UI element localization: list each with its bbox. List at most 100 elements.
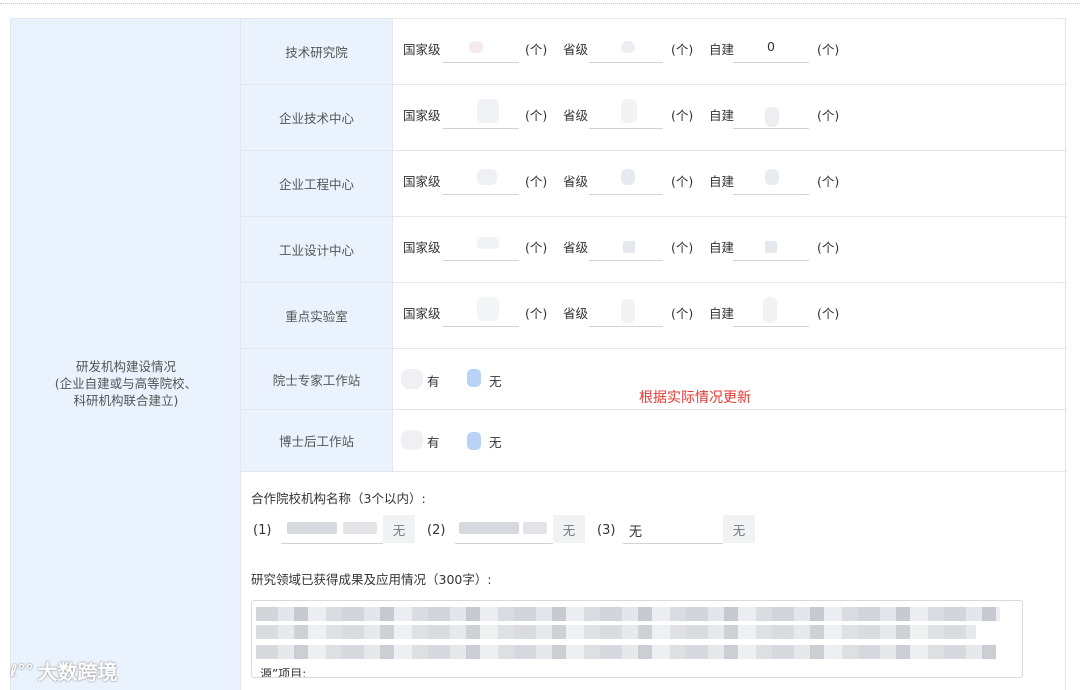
unit-label: (个) xyxy=(817,306,840,321)
unit-label: (个) xyxy=(671,240,694,255)
section-label-line-1: 研发机构建设情况 xyxy=(75,359,176,374)
section-label-line-3: 科研机构联合建立) xyxy=(73,393,179,408)
radio-no-label: 无 xyxy=(489,374,502,389)
unit-label: (个) xyxy=(671,174,694,189)
row-label: 技术研究院 xyxy=(241,19,393,84)
self-built-count-input[interactable] xyxy=(733,295,809,327)
watermark: ℓ°° 大数跨境 xyxy=(10,656,118,685)
unit-label: (个) xyxy=(671,42,694,57)
national-level-label: 国家级 xyxy=(403,174,441,189)
row-label: 企业工程中心 xyxy=(241,151,393,216)
self-built-label: 自建 xyxy=(709,42,735,57)
research-text-tail: 源”项目; xyxy=(260,667,307,678)
self-built-label: 自建 xyxy=(709,306,735,321)
cooperation-title: 合作院校机构名称（3个以内）: xyxy=(251,491,426,506)
self-built-count-input[interactable]: 0 xyxy=(733,31,809,63)
row-fields: 国家级 (个) 省级 (个) 自建 (个) xyxy=(393,151,1067,216)
coop-name-input-1[interactable] xyxy=(281,512,383,544)
section-label-line-2: (企业自建或与高等院校、 xyxy=(54,376,198,391)
self-built-count-value: 0 xyxy=(767,39,775,54)
provincial-count-input[interactable] xyxy=(589,295,663,327)
row-enterprise-engineering-center: 企业工程中心 国家级 (个) 省级 (个) 自建 (个) xyxy=(241,151,1067,217)
provincial-level-label: 省级 xyxy=(563,306,589,321)
national-level-label: 国家级 xyxy=(403,306,441,321)
row-label: 院士专家工作站 xyxy=(241,349,393,409)
row-label: 工业设计中心 xyxy=(241,217,393,282)
row-fields: 有 无 根据实际情况更新 xyxy=(393,349,1067,409)
unit-label: (个) xyxy=(525,108,548,123)
row-fields: 国家级 (个) 省级 (个) 自建 (个) xyxy=(393,85,1067,150)
self-built-label: 自建 xyxy=(709,240,735,255)
row-label: 博士后工作站 xyxy=(241,410,393,471)
unit-label: (个) xyxy=(817,108,840,123)
self-built-count-input[interactable] xyxy=(733,97,809,129)
unit-label: (个) xyxy=(817,42,840,57)
provincial-count-input[interactable] xyxy=(589,97,663,129)
radio-no-selected[interactable] xyxy=(467,369,481,387)
national-level-label: 国家级 xyxy=(403,240,441,255)
row-label: 企业技术中心 xyxy=(241,85,393,150)
unit-label: (个) xyxy=(817,240,840,255)
watermark-text: 大数跨境 xyxy=(37,660,118,684)
update-note: 根据实际情况更新 xyxy=(639,390,751,406)
row-fields: 国家级 (个) 省级 (个) 自建 0 (个) xyxy=(393,19,1067,84)
radio-yes[interactable] xyxy=(401,369,423,389)
national-count-input[interactable] xyxy=(443,229,519,261)
self-built-label: 自建 xyxy=(709,174,735,189)
radio-yes-label: 有 xyxy=(427,374,440,389)
unit-label: (个) xyxy=(671,108,694,123)
national-level-label: 国家级 xyxy=(403,108,441,123)
coop-name-input-3[interactable]: 无 xyxy=(623,512,723,544)
row-fields: 国家级 (个) 省级 (个) 自建 (个) xyxy=(393,217,1067,282)
rd-institution-table: 研发机构建设情况 (企业自建或与高等院校、 科研机构联合建立) 技术研究院 国家… xyxy=(10,18,1067,690)
row-fields: 国家级 (个) 省级 (个) 自建 (个) xyxy=(393,283,1067,348)
blurred-text-line xyxy=(256,645,996,659)
research-title: 研究领域已获得成果及应用情况（300字）: xyxy=(251,572,492,587)
row-industrial-design-center: 工业设计中心 国家级 (个) 省级 (个) 自建 (个) xyxy=(241,217,1067,283)
self-built-count-input[interactable] xyxy=(733,163,809,195)
coop-tag-3[interactable]: 无 xyxy=(723,515,755,543)
row-key-laboratory: 重点实验室 国家级 (个) 省级 (个) 自建 (个) xyxy=(241,283,1067,349)
coop-index-2: (2) xyxy=(427,523,446,538)
national-level-label: 国家级 xyxy=(403,42,441,57)
section-label: 研发机构建设情况 (企业自建或与高等院校、 科研机构联合建立) xyxy=(11,358,241,409)
self-built-label: 自建 xyxy=(709,108,735,123)
coop-tag-2[interactable]: 无 xyxy=(553,515,585,543)
blurred-text-line xyxy=(256,625,976,639)
unit-label: (个) xyxy=(525,42,548,57)
row-enterprise-tech-center: 企业技术中心 国家级 (个) 省级 (个) 自建 (个) xyxy=(241,85,1067,151)
row-academician-workstation: 院士专家工作站 有 无 根据实际情况更新 xyxy=(241,349,1067,410)
coop-tag-1[interactable]: 无 xyxy=(383,515,415,543)
radio-no-selected[interactable] xyxy=(467,432,481,450)
coop-name-value-3: 无 xyxy=(629,525,643,540)
coop-index-1: (1) xyxy=(253,523,272,538)
self-built-count-input[interactable] xyxy=(733,229,809,261)
national-count-input[interactable] xyxy=(443,163,519,195)
provincial-level-label: 省级 xyxy=(563,240,589,255)
row-postdoc-workstation: 博士后工作站 有 无 xyxy=(241,410,1067,472)
national-count-input[interactable] xyxy=(443,31,519,63)
provincial-level-label: 省级 xyxy=(563,42,589,57)
research-textarea[interactable]: 源”项目; xyxy=(251,600,1023,678)
provincial-count-input[interactable] xyxy=(589,31,663,63)
national-count-input[interactable] xyxy=(443,295,519,327)
radio-yes-label: 有 xyxy=(427,435,440,450)
unit-label: (个) xyxy=(525,306,548,321)
cooperation-section: 合作院校机构名称（3个以内）: (1) 无 (2) 无 (3) 无 无 研究领域… xyxy=(241,472,1067,690)
watermark-logo-icon: ℓ°° xyxy=(10,661,34,680)
row-tech-institute: 技术研究院 国家级 (个) 省级 (个) 自建 0 (个) xyxy=(241,19,1067,85)
provincial-count-input[interactable] xyxy=(589,163,663,195)
provincial-count-input[interactable] xyxy=(589,229,663,261)
coop-name-input-2[interactable] xyxy=(455,512,553,544)
coop-index-3: (3) xyxy=(597,523,616,538)
radio-yes[interactable] xyxy=(401,430,423,450)
national-count-input[interactable] xyxy=(443,97,519,129)
row-label: 重点实验室 xyxy=(241,283,393,348)
unit-label: (个) xyxy=(525,240,548,255)
unit-label: (个) xyxy=(525,174,548,189)
blurred-text-line xyxy=(256,607,1000,621)
row-fields: 有 无 xyxy=(393,410,1067,471)
unit-label: (个) xyxy=(817,174,840,189)
section-label-cell: 研发机构建设情况 (企业自建或与高等院校、 科研机构联合建立) xyxy=(11,19,241,690)
radio-no-label: 无 xyxy=(489,435,502,450)
